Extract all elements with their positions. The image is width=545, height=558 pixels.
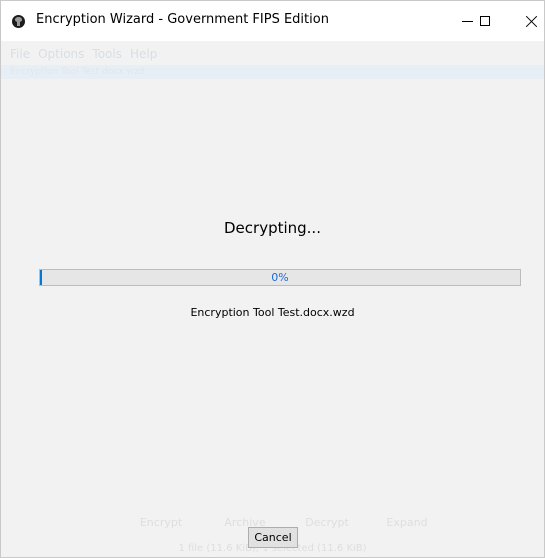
menu-bar: File Options Tools Help xyxy=(1,43,544,65)
maximize-icon xyxy=(480,16,490,26)
progress-bar: 0% xyxy=(39,269,521,286)
decrypt-button: Decrypt xyxy=(305,516,349,529)
current-filename: Encryption Tool Test.docx.wzd xyxy=(190,306,355,319)
encrypt-button: Encrypt xyxy=(139,516,183,529)
title-bar[interactable]: Encryption Wizard - Government FIPS Edit… xyxy=(1,1,544,41)
menu-tools[interactable]: Tools xyxy=(92,47,122,61)
close-button[interactable] xyxy=(508,1,544,41)
expand-button: Expand xyxy=(386,516,428,529)
encryption-wizard-window: Encryption Wizard - Government FIPS Edit… xyxy=(0,0,545,558)
menu-file[interactable]: File xyxy=(10,47,30,61)
window-title: Encryption Wizard - Government FIPS Edit… xyxy=(36,12,329,27)
menu-options[interactable]: Options xyxy=(38,47,84,61)
close-icon xyxy=(525,15,538,28)
path-bar: Encryption Tool Test.docx.wzd xyxy=(1,65,544,79)
app-shield-icon xyxy=(12,15,25,28)
maximize-button[interactable] xyxy=(462,1,508,41)
cancel-button[interactable]: Cancel xyxy=(248,527,298,548)
decrypting-status-title: Decrypting... xyxy=(224,219,321,237)
menu-help[interactable]: Help xyxy=(130,47,157,61)
progress-percent: 0% xyxy=(271,271,289,284)
